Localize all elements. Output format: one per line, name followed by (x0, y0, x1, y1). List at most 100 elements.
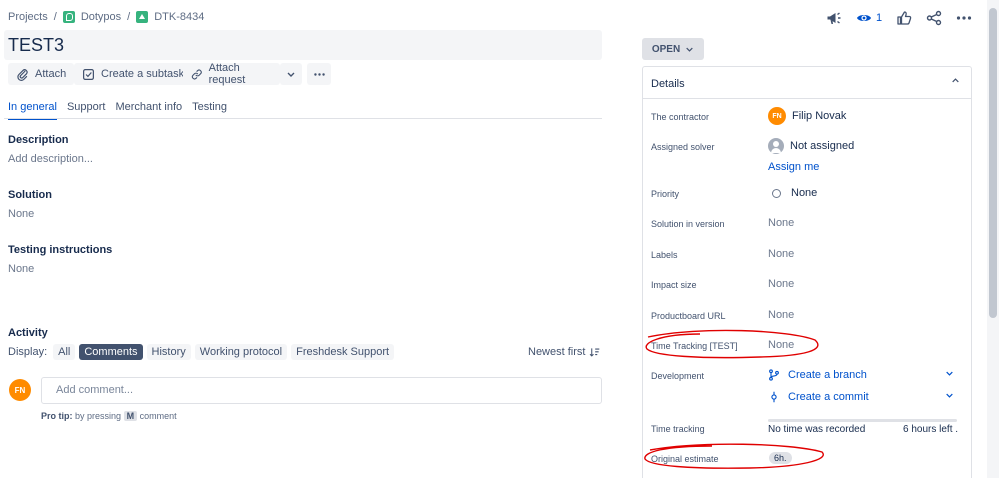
eye-icon (857, 15, 871, 21)
link-icon (191, 69, 202, 79)
priority-label: Priority (651, 189, 680, 199)
more-actions-button[interactable] (307, 63, 331, 85)
breadcrumb-separator: / (53, 11, 57, 23)
time-left: 6 hours left . (903, 424, 959, 435)
time-recorded: No time was recorded (768, 424, 866, 435)
filter-history[interactable]: History (146, 344, 191, 360)
activity-heading: Activity (8, 327, 48, 339)
title-edit-area[interactable] (4, 30, 602, 60)
testing-instructions-heading: Testing instructions (8, 244, 113, 256)
filter-all[interactable]: All (53, 344, 76, 360)
project-icon (62, 11, 75, 23)
pro-tip-end: comment (139, 411, 177, 421)
create-branch-button[interactable]: Create a branch (768, 369, 954, 381)
status-label: OPEN (651, 43, 681, 55)
chevron-down-icon (945, 391, 954, 403)
time-tracking-bar[interactable] (768, 419, 957, 422)
attach-request-button[interactable]: Attach request (183, 62, 280, 86)
watch-button[interactable]: 1 (856, 10, 882, 26)
assigned-solver-name: Not assigned (790, 140, 855, 152)
original-estimate-value[interactable]: 6h. (769, 452, 792, 464)
details-divider (643, 98, 971, 99)
create-commit-label: Create a commit (788, 391, 869, 403)
labels-label: Labels (651, 250, 678, 260)
details-panel (642, 66, 972, 478)
contractor-value[interactable]: FN Filip Novak (768, 107, 846, 125)
chevron-up-icon[interactable] (951, 76, 960, 88)
filter-comments[interactable]: Comments (79, 344, 143, 360)
testing-instructions-field[interactable]: None (8, 263, 34, 275)
time-tracking-label: Time tracking (651, 424, 705, 434)
breadcrumb-projects[interactable]: Projects (8, 11, 48, 23)
breadcrumb-project[interactable]: Dotypos (81, 11, 121, 23)
avatar: FN (9, 379, 31, 401)
assign-me-link[interactable]: Assign me (768, 161, 819, 173)
sort-order-label: Newest first (528, 346, 586, 358)
chevron-down-icon (686, 47, 693, 52)
display-label: Display: (8, 346, 48, 358)
filter-freshdesk-support[interactable]: Freshdesk Support (291, 344, 395, 360)
solution-version-value[interactable]: None (768, 217, 794, 229)
assigned-solver-label: Assigned solver (651, 142, 715, 152)
contractor-name: Filip Novak (792, 110, 847, 122)
breadcrumb: Projects / Dotypos / DTK-8434 (8, 11, 204, 23)
priority-value[interactable]: None (768, 187, 817, 199)
share-icon[interactable] (926, 10, 942, 26)
pro-tip-text: by pressing (75, 411, 122, 421)
pro-tip: Pro tip: by pressing M comment (41, 411, 177, 421)
page-title[interactable]: TEST3 (8, 35, 64, 56)
attach-request-label: Attach request (208, 62, 246, 86)
solution-field[interactable]: None (8, 208, 34, 220)
breadcrumb-separator: / (127, 11, 131, 23)
priority-none-icon (772, 188, 781, 198)
attach-button-label: Attach (35, 68, 67, 80)
impact-size-value[interactable]: None (768, 278, 794, 290)
original-estimate-label: Original estimate (651, 454, 719, 464)
labels-value[interactable]: None (768, 248, 794, 260)
productboard-url-value[interactable]: None (768, 309, 794, 321)
sort-order-button[interactable]: Newest first (528, 346, 600, 358)
attach-button[interactable]: Attach (8, 63, 75, 85)
issue-header-actions: 1 (826, 10, 972, 26)
create-branch-label: Create a branch (788, 369, 867, 381)
status-button[interactable]: OPEN (642, 38, 704, 60)
contractor-label: The contractor (651, 112, 710, 122)
create-subtask-label: Create a subtask (101, 68, 185, 80)
issue-type-icon (136, 11, 149, 23)
development-label: Development (651, 371, 705, 381)
priority-text: None (791, 187, 818, 199)
activity-filters: Display: All Comments History Working pr… (8, 344, 395, 360)
more-icon[interactable] (956, 10, 972, 26)
subtask-icon (83, 68, 94, 80)
time-tracking-test-label: Time Tracking [TEST] (651, 341, 738, 351)
filter-working-protocol[interactable]: Working protocol (194, 344, 288, 360)
create-subtask-button[interactable]: Create a subtask (74, 63, 193, 85)
pro-tip-bold: Pro tip: (41, 411, 73, 421)
chevron-down-icon (945, 369, 954, 381)
time-tracking-test-value[interactable]: None (768, 339, 794, 351)
shortcut-key: M (123, 411, 138, 421)
tabs-divider (4, 118, 602, 119)
assigned-solver-value[interactable]: Not assigned (768, 138, 854, 154)
description-field[interactable]: Add description... (8, 153, 93, 165)
attach-request-dropdown[interactable] (280, 63, 302, 85)
commit-icon (771, 391, 777, 403)
sort-icon (590, 347, 600, 357)
watch-count: 1 (876, 12, 883, 24)
solution-version-label: Solution in version (651, 219, 725, 229)
thumbs-up-icon[interactable] (896, 10, 912, 26)
breadcrumb-issue-key[interactable]: DTK-8434 (154, 11, 204, 23)
productboard-url-label: Productboard URL (651, 311, 726, 321)
details-heading[interactable]: Details (651, 78, 685, 90)
branch-icon (769, 369, 779, 381)
description-heading: Description (8, 134, 69, 146)
comment-input[interactable]: Add comment... (41, 377, 602, 404)
chevron-down-icon (287, 72, 295, 77)
impact-size-label: Impact size (651, 280, 697, 290)
scrollbar-thumb[interactable] (989, 8, 997, 318)
feedback-icon[interactable] (826, 10, 842, 26)
paperclip-icon (17, 68, 28, 81)
create-commit-button[interactable]: Create a commit (768, 391, 954, 403)
unassigned-avatar-icon (768, 138, 784, 154)
avatar: FN (768, 107, 786, 125)
